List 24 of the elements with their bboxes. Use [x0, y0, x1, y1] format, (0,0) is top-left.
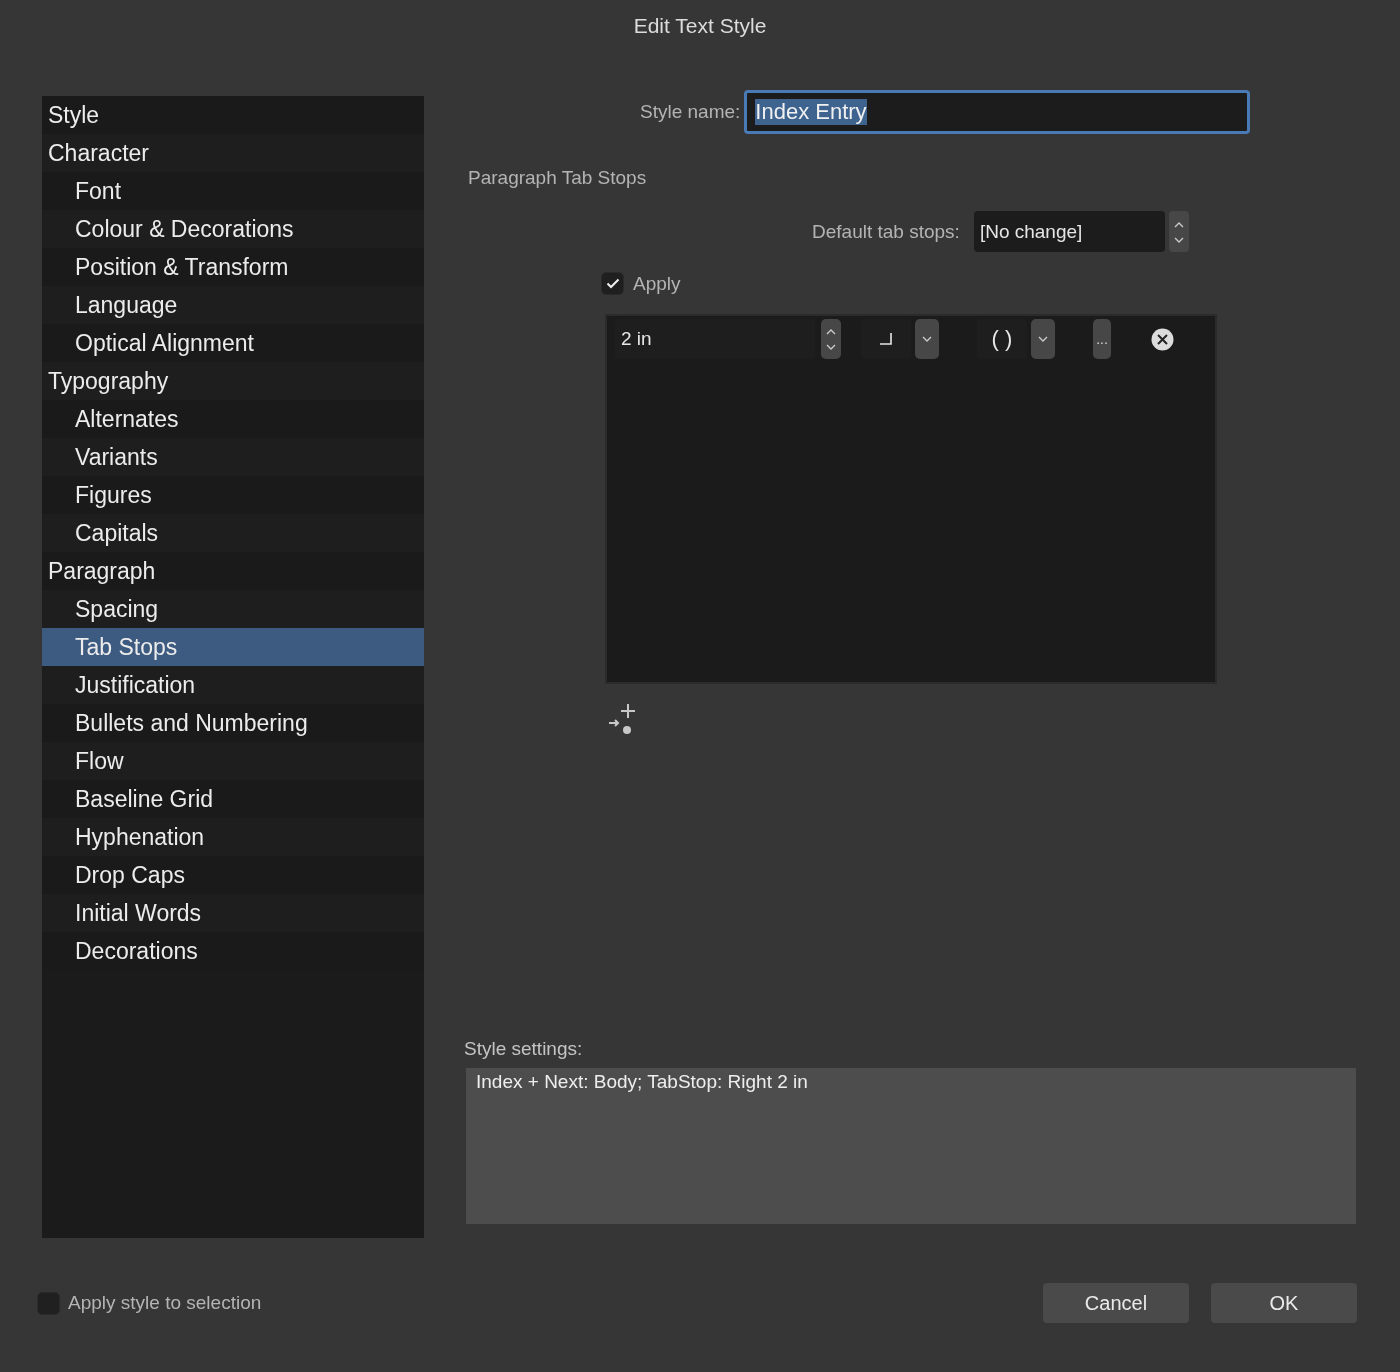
stepper[interactable]: [1168, 211, 1189, 252]
style-settings-text: Index + Next: Body; TabStop: Right 2 in: [466, 1068, 1356, 1224]
apply-checkbox[interactable]: [601, 272, 624, 295]
dialog-button[interactable]: Cancel: [1043, 1283, 1189, 1323]
more-button[interactable]: ...: [1093, 319, 1111, 359]
window-title: Edit Text Style: [632, 13, 768, 39]
apply-label: Apply: [633, 272, 681, 295]
caret-icon: [921, 335, 933, 343]
category-item[interactable]: Tab Stops: [42, 628, 424, 666]
section-title: Paragraph Tab Stops: [468, 167, 648, 189]
dialog-button[interactable]: OK: [1211, 1283, 1357, 1323]
stepper[interactable]: [821, 319, 841, 359]
style-settings-label: Style settings:: [464, 1038, 584, 1060]
caret-icon: [1037, 335, 1049, 343]
checkmark-icon: [605, 278, 620, 289]
style-name-field[interactable]: Index Entry: [744, 90, 1251, 134]
right-tab-icon: [879, 332, 893, 346]
default-tab-stops-field[interactable]: [No change]: [973, 211, 1165, 252]
leader-dropdown[interactable]: [1031, 319, 1055, 359]
style-name-label: Style name:: [640, 101, 741, 123]
remove-icon[interactable]: [1151, 327, 1174, 351]
default-tab-stops-label: Default tab stops:: [812, 220, 960, 243]
alignment-dropdown[interactable]: [915, 319, 939, 359]
apply-to-selection-label: Apply style to selection: [68, 1292, 262, 1314]
